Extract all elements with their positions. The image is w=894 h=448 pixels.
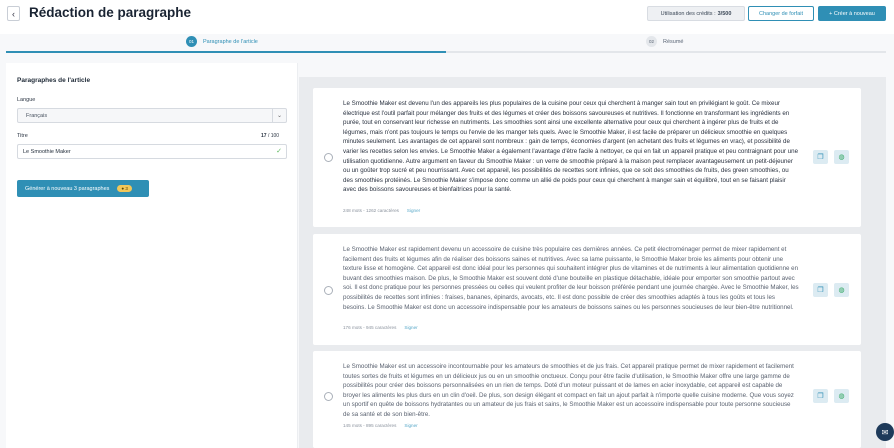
settings-panel: Paragraphes de l'article Langue Français…	[6, 63, 298, 448]
page-title: Rédaction de paragraphe	[29, 5, 192, 20]
globe-icon: ◍	[838, 393, 845, 400]
paragraph-card[interactable]: Le Smoothie Maker est un accessoire inco…	[313, 351, 861, 448]
chevron-left-icon: ‹	[12, 8, 15, 19]
step-number: 01	[186, 36, 197, 47]
copy-icon: ❐	[817, 287, 824, 294]
sign-link[interactable]: Signer	[404, 325, 417, 330]
copy-button[interactable]: ❐	[813, 150, 828, 164]
word-char-count: 145 mots - 895 caractères	[343, 423, 397, 428]
paragraph-radio[interactable]	[324, 153, 333, 162]
globe-icon: ◍	[838, 287, 845, 294]
step-progress-fill	[6, 51, 446, 53]
create-again-button[interactable]: + Créer à nouveau	[818, 6, 886, 21]
back-button[interactable]: ‹	[7, 6, 20, 21]
regenerate-label: Générer à nouveau 3 paragraphes	[25, 185, 110, 192]
language-select[interactable]: Français ⌄	[17, 108, 287, 123]
chat-icon: ✉	[881, 427, 889, 437]
copy-icon: ❐	[817, 154, 824, 161]
step-article-paragraph[interactable]: 01 Paragraphe de l'article	[186, 36, 258, 47]
step-label: Paragraphe de l'article	[203, 38, 258, 45]
paragraph-list: Le Smoothie Maker est devenu l'un des ap…	[299, 77, 886, 448]
paragraph-card[interactable]: Le Smoothie Maker est rapidement devenu …	[313, 234, 861, 345]
translate-button[interactable]: ◍	[834, 150, 849, 164]
paragraph-card[interactable]: Le Smoothie Maker est devenu l'un des ap…	[313, 88, 861, 227]
coin-icon: ●	[121, 186, 125, 191]
credit-badge: ● 3	[117, 185, 132, 192]
copy-button[interactable]: ❐	[813, 389, 828, 403]
globe-icon: ◍	[838, 154, 845, 161]
title-value: Le Smoothie Maker	[23, 148, 71, 155]
credits-value: 3/500	[717, 10, 732, 17]
paragraph-meta: 248 mots - 1262 caractères Signer	[343, 208, 420, 213]
title-count-current: 17	[261, 133, 267, 139]
panel-title: Paragraphes de l'article	[17, 77, 91, 84]
word-char-count: 248 mots - 1262 caractères	[343, 208, 399, 213]
check-icon: ✓	[276, 148, 282, 155]
paragraph-meta: 145 mots - 895 caractères Signer	[343, 423, 418, 428]
paragraph-meta: 176 mots - 945 caractères Signer	[343, 325, 418, 330]
title-input[interactable]: Le Smoothie Maker ✓	[17, 144, 287, 159]
chevron-down-icon: ⌄	[272, 109, 286, 122]
regenerate-button[interactable]: Générer à nouveau 3 paragraphes ● 3	[17, 180, 149, 197]
step-progress-bar	[6, 51, 886, 53]
credits-usage: Utilisation des crédits :3/500	[647, 6, 745, 21]
title-char-count: 17 / 100	[261, 133, 279, 139]
sign-link[interactable]: Signer	[407, 208, 420, 213]
copy-button[interactable]: ❐	[813, 283, 828, 297]
step-summary[interactable]: 02 Résumé	[646, 36, 683, 47]
word-char-count: 176 mots - 945 caractères	[343, 325, 397, 330]
paragraph-radio[interactable]	[324, 286, 333, 295]
language-label: Langue	[17, 97, 36, 103]
copy-icon: ❐	[817, 393, 824, 400]
step-number: 02	[646, 36, 657, 47]
chat-button[interactable]: ✉	[876, 423, 894, 441]
language-value: Français	[26, 112, 48, 119]
title-label: Titre	[17, 133, 28, 139]
translate-button[interactable]: ◍	[834, 283, 849, 297]
credit-count: 3	[125, 186, 128, 191]
translate-button[interactable]: ◍	[834, 389, 849, 403]
title-count-max: / 100	[267, 133, 280, 139]
sign-link[interactable]: Signer	[404, 423, 417, 428]
paragraph-radio[interactable]	[324, 392, 333, 401]
credits-label: Utilisation des crédits :	[660, 10, 716, 17]
paragraph-text: Le Smoothie Maker est rapidement devenu …	[343, 246, 799, 311]
change-plan-button[interactable]: Changer de forfait	[748, 6, 814, 21]
paragraph-text: Le Smoothie Maker est devenu l'un des ap…	[343, 100, 799, 194]
top-bar: ‹ Rédaction de paragraphe Utilisation de…	[0, 0, 894, 34]
paragraph-text: Le Smoothie Maker est un accessoire inco…	[343, 363, 794, 418]
step-label: Résumé	[663, 38, 684, 45]
